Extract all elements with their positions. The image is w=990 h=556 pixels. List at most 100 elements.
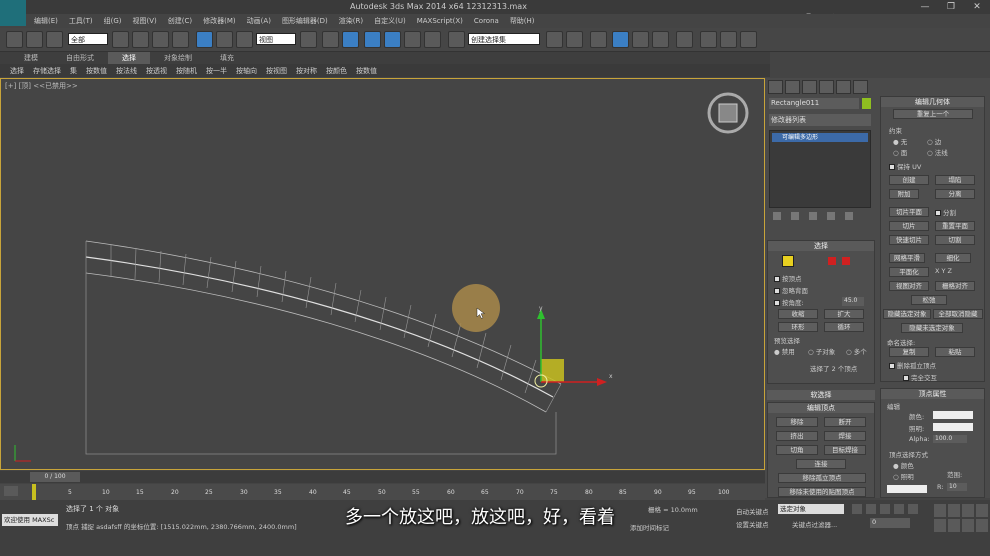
ribbon-item[interactable]: 按轴向 — [236, 66, 257, 76]
ring-button[interactable]: 环形 — [778, 322, 818, 332]
render-setup-icon[interactable] — [700, 31, 717, 48]
modify-tab-icon[interactable] — [785, 80, 800, 94]
menu-group[interactable]: 组(G) — [104, 16, 122, 26]
vertex-mode-icon[interactable] — [782, 255, 794, 267]
border-mode-icon[interactable] — [814, 257, 824, 265]
utilities-tab-icon[interactable] — [853, 80, 868, 94]
maximize-viewport-icon[interactable] — [976, 519, 988, 532]
maxscript-listener[interactable]: 欢迎使用 MAXSc — [2, 514, 58, 526]
cut-button[interactable]: 切割 — [935, 235, 975, 245]
tessellate-button[interactable]: 细化 — [935, 253, 971, 263]
grid-align-button[interactable]: 栅格对齐 — [935, 281, 975, 291]
angle-spinner[interactable]: 45.0 — [842, 297, 864, 306]
display-tab-icon[interactable] — [836, 80, 851, 94]
create-tab-icon[interactable] — [768, 80, 783, 94]
alpha-spinner[interactable]: 100.0 — [933, 435, 967, 443]
ribbon-item[interactable]: 集 — [70, 66, 77, 76]
play-icon[interactable] — [880, 504, 890, 514]
select-manipulate-icon[interactable] — [322, 31, 339, 48]
reset-plane-button[interactable]: 重置平面 — [935, 221, 975, 231]
meshsmooth-button[interactable]: 网格平滑 — [889, 253, 925, 263]
quickslice-button[interactable]: 快速切片 — [889, 235, 929, 245]
auto-key-label[interactable]: 自动关键点 — [736, 506, 769, 516]
motion-tab-icon[interactable] — [819, 80, 834, 94]
go-to-start-icon[interactable] — [852, 504, 862, 514]
ribbon-item[interactable]: 按对称 — [296, 66, 317, 76]
illumination-swatch[interactable] — [933, 423, 973, 431]
preview-disabled-radio[interactable]: ● 禁用 — [774, 346, 795, 356]
preserve-uvs-checkbox[interactable]: 保持 UV — [889, 161, 921, 171]
remove-button[interactable]: 移除 — [776, 417, 818, 427]
pivot-center-icon[interactable] — [300, 31, 317, 48]
curve-editor-icon[interactable] — [632, 31, 649, 48]
select-color-swatch[interactable] — [887, 485, 927, 493]
paste-button[interactable]: 粘贴 — [935, 347, 975, 357]
zoom-icon[interactable] — [934, 504, 946, 517]
app-logo-icon[interactable] — [0, 0, 26, 26]
target-weld-button[interactable]: 目标焊接 — [824, 445, 866, 455]
minimize-button[interactable]: — — [912, 0, 938, 14]
stack-item-editable-poly[interactable]: 可编辑多边形 — [772, 133, 868, 142]
constraint-edge-radio[interactable]: ○ 边 — [927, 136, 941, 146]
select-by-color-radio[interactable]: ● 颜色 — [893, 460, 914, 470]
edge-mode-icon[interactable] — [800, 257, 810, 265]
mini-curve-editor-icon[interactable] — [4, 486, 18, 496]
slice-button[interactable]: 切片 — [889, 221, 929, 231]
extrude-button[interactable]: 挤出 — [776, 431, 818, 441]
connect-button[interactable]: 连接 — [796, 459, 846, 469]
render-production-icon[interactable] — [740, 31, 757, 48]
orbit-icon[interactable] — [962, 519, 974, 532]
zoom-extents-icon[interactable] — [962, 504, 974, 517]
schematic-view-icon[interactable] — [652, 31, 669, 48]
element-mode-icon[interactable] — [842, 257, 850, 265]
tab-modeling[interactable]: 建模 — [10, 52, 52, 64]
ribbon-item[interactable]: 按透视 — [146, 66, 167, 76]
tab-selection[interactable]: 选择 — [108, 52, 150, 64]
rendered-frame-icon[interactable] — [720, 31, 737, 48]
key-mode-dropdown[interactable]: 选定对象 — [778, 504, 844, 514]
key-filters-button[interactable]: 关键点过滤器... — [792, 519, 837, 529]
weld-button[interactable]: 焊接 — [824, 431, 866, 441]
bind-space-warp-icon[interactable] — [46, 31, 63, 48]
track-bar[interactable]: 5 10 15 20 25 30 35 40 45 50 55 60 65 70… — [0, 484, 765, 500]
preview-subobject-radio[interactable]: ○ 子对象 — [808, 346, 835, 356]
tab-populate[interactable]: 填充 — [206, 52, 248, 64]
full-interactivity-checkbox[interactable]: 完全交互 — [903, 372, 937, 382]
make-planar-button[interactable]: 平面化 — [889, 267, 929, 277]
ignore-backfacing-checkbox[interactable]: 忽略背面 — [774, 285, 808, 295]
scale-icon[interactable] — [236, 31, 253, 48]
collapse-button[interactable]: 塌陷 — [935, 175, 975, 185]
chamfer-button[interactable]: 切角 — [776, 445, 818, 455]
tab-freeform[interactable]: 自由形式 — [52, 52, 108, 64]
menu-tools[interactable]: 工具(T) — [69, 16, 93, 26]
split-checkbox[interactable]: 分割 — [935, 207, 956, 217]
unlink-icon[interactable] — [26, 31, 43, 48]
menu-corona[interactable]: Corona — [474, 17, 499, 25]
by-angle-checkbox[interactable]: 按角度: — [774, 297, 804, 307]
set-key-label[interactable]: 设置关键点 — [736, 519, 769, 529]
edit-named-selection-icon[interactable] — [448, 31, 465, 48]
soft-selection-rollout[interactable]: 软选择 — [767, 390, 875, 400]
menu-create[interactable]: 创建(C) — [168, 16, 192, 26]
remove-isolated-button[interactable]: 移除孤立顶点 — [778, 473, 866, 483]
relax-button[interactable]: 松弛 — [911, 295, 947, 305]
ribbon-item[interactable]: 选择 — [10, 66, 24, 76]
hide-unselected-button[interactable]: 隐藏未选定对象 — [901, 323, 963, 333]
rotate-icon[interactable] — [216, 31, 233, 48]
percent-snap-icon[interactable] — [404, 31, 421, 48]
named-selection-dropdown[interactable]: 创建选择集 — [468, 33, 540, 45]
copy-button[interactable]: 复制 — [889, 347, 929, 357]
zoom-extents-all-icon[interactable] — [976, 504, 988, 517]
keyboard-shortcut-override-icon[interactable] — [342, 31, 359, 48]
make-unique-icon[interactable] — [809, 212, 817, 220]
tab-object-paint[interactable]: 对象绘制 — [150, 52, 206, 64]
hierarchy-tab-icon[interactable] — [802, 80, 817, 94]
ribbon-item[interactable]: 按数值 — [86, 66, 107, 76]
range-r-spinner[interactable]: 10 — [947, 483, 967, 491]
polygon-mode-icon[interactable] — [828, 257, 836, 265]
edit-vertices-title[interactable]: 编辑顶点 — [768, 403, 874, 413]
select-by-name-icon[interactable] — [132, 31, 149, 48]
snap-2-5-icon[interactable] — [364, 31, 381, 48]
vertex-properties-title[interactable]: 顶点属性 — [881, 389, 984, 399]
next-frame-icon[interactable] — [894, 504, 904, 514]
